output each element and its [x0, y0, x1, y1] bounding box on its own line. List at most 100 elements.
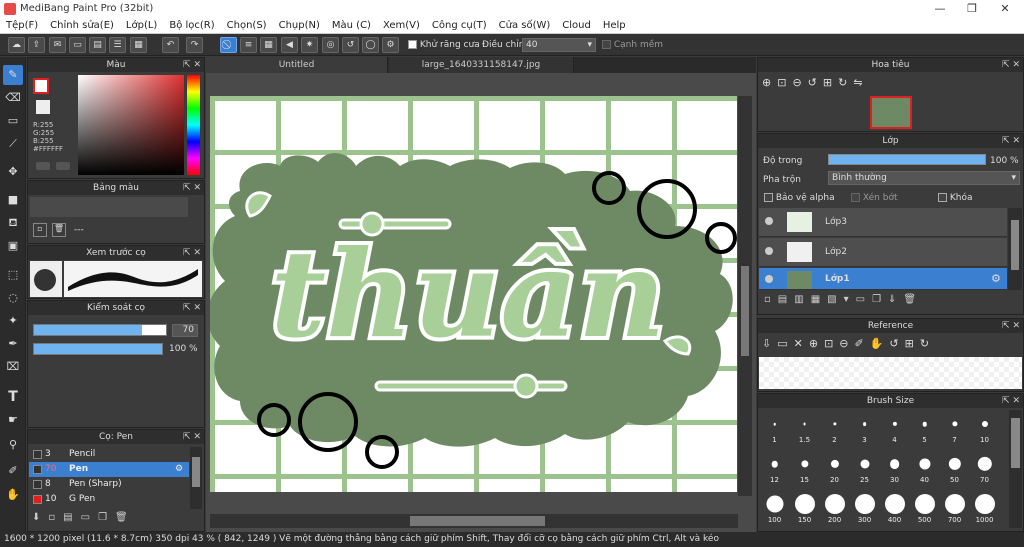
gear-icon[interactable]: ⚙: [175, 462, 183, 477]
brush-tool-icon[interactable]: ✎: [3, 65, 23, 85]
background-color-swatch[interactable]: [36, 100, 50, 114]
brush-size-option[interactable]: 30: [880, 450, 909, 486]
lasso-tool-icon[interactable]: ◌: [3, 288, 23, 308]
minimize-button[interactable]: —: [925, 0, 955, 18]
zoom-in-icon[interactable]: ⊕: [762, 76, 777, 89]
trash-icon[interactable]: 🗑: [903, 294, 923, 305]
brush-size-option[interactable]: 25: [850, 450, 879, 486]
brush-size-scrollbar[interactable]: [1009, 410, 1022, 528]
grid-icon[interactable]: ▦: [130, 37, 147, 53]
gear-icon[interactable]: ⚙: [991, 272, 1001, 285]
brush-size-option[interactable]: 10: [970, 410, 999, 446]
panel-close-icon[interactable]: ⇱ ✕: [183, 301, 201, 315]
panel-close-icon[interactable]: ⇱ ✕: [183, 246, 201, 260]
menu-tools[interactable]: Công cụ(T): [426, 18, 493, 33]
new-layer-icon[interactable]: ▫: [764, 294, 778, 305]
hand-tool-icon[interactable]: ✋: [3, 485, 23, 505]
new-layer-1bit-icon[interactable]: ▥: [794, 294, 810, 305]
cloud-download-icon[interactable]: ⇩: [762, 337, 777, 350]
panel-close-icon[interactable]: ⇱ ✕: [1002, 58, 1020, 72]
brush-size-option[interactable]: 5: [910, 410, 939, 446]
brush-size-slider[interactable]: [33, 324, 167, 336]
new-halftone-icon[interactable]: ▦: [811, 294, 827, 305]
panel-close-icon[interactable]: ⇱ ✕: [183, 430, 201, 444]
blend-mode-select[interactable]: Bình thường ▾: [828, 171, 1020, 185]
brush-menu-icon[interactable]: ▤: [63, 512, 80, 523]
navigator-thumbnail[interactable]: [870, 96, 912, 129]
close-icon[interactable]: ✕: [794, 337, 809, 350]
copy-icon[interactable]: ❐: [98, 512, 115, 523]
eraser-tool-icon[interactable]: ⌫: [3, 88, 23, 108]
clipping-option[interactable]: Xén bớt: [851, 193, 898, 203]
protect-alpha-option[interactable]: Bảo vệ alpha: [764, 193, 835, 203]
zoom-fit-icon[interactable]: ⊡: [777, 76, 792, 89]
line-tool-icon[interactable]: ⟋: [3, 134, 23, 154]
adjust-select[interactable]: 40 ▾: [522, 38, 596, 52]
lock-checkbox[interactable]: [938, 193, 947, 202]
brush-size-option[interactable]: 300: [850, 490, 879, 526]
tab-large-jpg[interactable]: large_1640331158147.jpg: [389, 57, 574, 73]
menu-file[interactable]: Tệp(F): [0, 18, 44, 33]
layer-row[interactable]: Lớp3: [759, 208, 1007, 237]
menu-select[interactable]: Chọn(S): [221, 18, 273, 33]
brush-opacity-slider[interactable]: [33, 343, 163, 355]
brush-size-option[interactable]: 3: [850, 410, 879, 446]
antialias-checkbox[interactable]: [408, 40, 417, 49]
hue-slider[interactable]: [187, 75, 200, 175]
hand-icon[interactable]: ✋: [870, 337, 890, 350]
panel-close-icon[interactable]: ⇱ ✕: [1002, 394, 1020, 408]
brush-size-option[interactable]: 1000: [970, 490, 999, 526]
rotate-icon[interactable]: ↺: [889, 337, 904, 350]
brush-size-option[interactable]: 150: [790, 490, 819, 526]
fullscreen-icon[interactable]: ⊞: [905, 337, 920, 350]
menu-window[interactable]: Cửa số(W): [493, 18, 557, 33]
palette-swatches[interactable]: [30, 197, 188, 217]
layers-scrollbar[interactable]: [1008, 208, 1022, 290]
scrollbar-thumb[interactable]: [410, 516, 545, 526]
scrollbar-thumb[interactable]: [1011, 418, 1020, 468]
fit-icon[interactable]: ⊡: [824, 337, 839, 350]
maximize-button[interactable]: ❐: [957, 0, 987, 18]
brush-size-option[interactable]: 15: [790, 450, 819, 486]
canvas-vertical-scrollbar[interactable]: [738, 96, 752, 496]
new-brush-icon[interactable]: ▫: [48, 512, 63, 523]
redo-icon[interactable]: ↷: [186, 37, 203, 53]
vanish-snap-icon[interactable]: ◀: [281, 37, 298, 53]
brush-size-option[interactable]: 1.5: [790, 410, 819, 446]
close-button[interactable]: ✕: [990, 0, 1020, 18]
snap-off-icon[interactable]: ⃠: [220, 37, 237, 53]
reference-view[interactable]: [759, 357, 1022, 389]
cloud-icon[interactable]: ☁: [8, 37, 25, 53]
foreground-color-swatch[interactable]: [33, 78, 49, 94]
settings-gear-icon[interactable]: ⚙: [382, 37, 399, 53]
new-palette-icon[interactable]: ▫: [33, 223, 47, 237]
ellipse-snap-icon[interactable]: ◯: [362, 37, 379, 53]
duplicate-icon[interactable]: ❐: [872, 294, 888, 305]
eye-icon[interactable]: [765, 247, 773, 255]
zoom-out-icon[interactable]: ⊖: [792, 76, 807, 89]
eyedropper-tool-icon[interactable]: ⚲: [3, 435, 23, 455]
download-icon[interactable]: ⬇: [32, 512, 48, 523]
protect-alpha-checkbox[interactable]: [764, 193, 773, 202]
brush-size-option[interactable]: 12: [760, 450, 789, 486]
brush-size-option[interactable]: 2: [820, 410, 849, 446]
menu-filter[interactable]: Bộ lọc(R): [163, 18, 220, 33]
layer-opacity-slider[interactable]: [828, 154, 986, 165]
share-icon[interactable]: ⇪: [28, 37, 45, 53]
parallel-snap-icon[interactable]: ≡: [240, 37, 257, 53]
menu-help[interactable]: Help: [597, 18, 632, 33]
brush-size-option[interactable]: 700: [940, 490, 969, 526]
move-tool-icon[interactable]: ✥: [3, 162, 23, 182]
bucket-tool-icon[interactable]: ⛾: [3, 213, 23, 233]
flip-icon[interactable]: ↻: [920, 337, 935, 350]
brush-size-option[interactable]: 40: [910, 450, 939, 486]
menu-edit[interactable]: Chỉnh sửa(E): [44, 18, 120, 33]
layer-row[interactable]: Lớp2: [759, 238, 1007, 267]
comment-icon[interactable]: ▭: [69, 37, 86, 53]
brush-size-option[interactable]: 400: [880, 490, 909, 526]
zoom-out-icon[interactable]: ⊖: [839, 337, 854, 350]
document-icon[interactable]: ▤: [89, 37, 106, 53]
trash-icon[interactable]: 🗑: [52, 223, 66, 237]
select-eraser-icon[interactable]: ⌧: [3, 357, 23, 377]
eyedropper2-tool-icon[interactable]: ✐: [3, 461, 23, 481]
